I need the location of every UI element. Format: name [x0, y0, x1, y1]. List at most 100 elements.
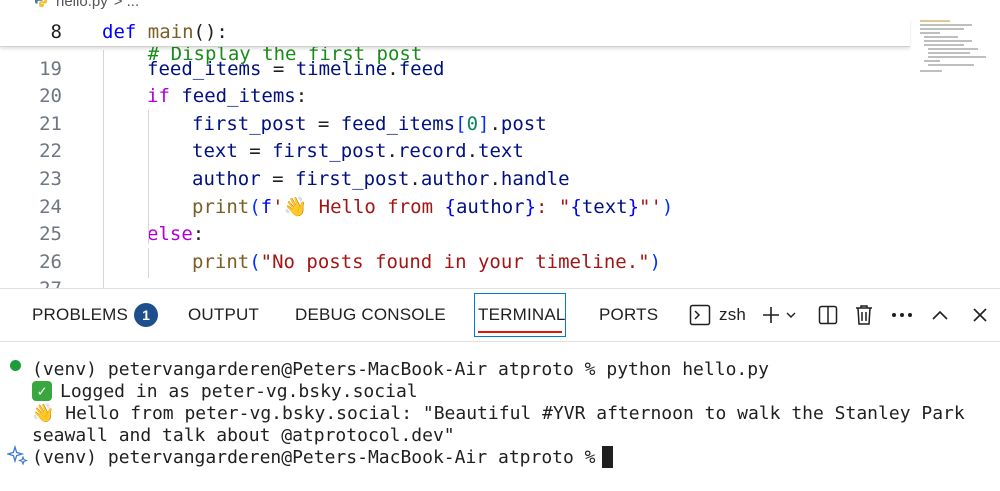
sparkle-icon[interactable] [7, 445, 29, 467]
chevron-up-icon[interactable] [926, 301, 954, 329]
code-token: { [444, 196, 456, 218]
tab-problems[interactable]: PROBLEMS 1 [32, 289, 159, 341]
code-editor[interactable]: hello.py > ... 8 def main(): # Display th… [0, 0, 1000, 288]
tab-label: PROBLEMS [32, 305, 129, 324]
line-number: 26 [39, 250, 62, 273]
code-token: . [489, 167, 501, 190]
keyword: def [102, 21, 137, 43]
plus-icon[interactable] [757, 301, 785, 329]
code-content: first_post = feed_items[0].post [192, 113, 547, 135]
code-token: ( [249, 196, 261, 218]
code-token: '👋 Hello from [272, 196, 445, 218]
code-token: . [466, 140, 479, 163]
code-token: = [260, 167, 295, 190]
code-content: if feed_items: [147, 85, 307, 107]
code-token: record [397, 140, 467, 163]
active-tab-indicator [478, 331, 562, 333]
code-token: timeline [295, 57, 388, 80]
terminal-cursor [601, 446, 613, 468]
code-token: text [192, 140, 238, 163]
tab-label: DEBUG CONSOLE [295, 305, 446, 324]
code-line[interactable]: 24 print(f'👋 Hello from {author}: "{text}… [0, 193, 910, 220]
line-number: 24 [39, 195, 62, 218]
line-number: 27 [0, 278, 62, 288]
code-content: print("No posts found in your timeline."… [192, 251, 661, 273]
line-number: 8 [50, 21, 62, 43]
minimap[interactable] [918, 18, 998, 78]
chevron-down-icon[interactable] [782, 301, 800, 329]
terminal-output[interactable]: (venv) petervangarderen@Peters-MacBook-A… [0, 352, 1000, 491]
tab-output[interactable]: OUTPUT [188, 289, 259, 341]
code-token: post [500, 112, 547, 135]
code-line[interactable]: 26 print("No posts found in your timeline… [0, 248, 910, 275]
split-terminal-icon[interactable] [814, 301, 842, 329]
code-token: { [570, 196, 582, 218]
code-content: print(f'👋 Hello from {author}: "{text}"'… [192, 195, 673, 218]
code-token: } [524, 196, 537, 218]
tab-label: OUTPUT [188, 305, 260, 324]
tab-debug-console[interactable]: DEBUG CONSOLE [295, 289, 446, 341]
indent-guide [148, 248, 149, 278]
line-number: 21 [39, 112, 62, 135]
trash-icon[interactable] [850, 301, 878, 329]
code-line[interactable]: 21 first_post = feed_items[0].post [0, 110, 910, 137]
code-token: : " [536, 196, 571, 218]
line-number: 20 [39, 85, 62, 108]
code-token: print [192, 196, 250, 218]
code-token: first_post [272, 140, 387, 163]
terminal-line: 👋 Hello from peter-vg.bsky.social: "Beau… [32, 402, 965, 424]
code-token: text [581, 196, 628, 218]
code-token: : [192, 223, 205, 246]
tab-terminal[interactable]: TERMINAL [478, 289, 566, 341]
tab-ports[interactable]: PORTS [599, 289, 658, 341]
terminal-shell-selector[interactable]: zsh [689, 289, 746, 341]
code-token: = [306, 112, 341, 135]
sticky-scroll-line[interactable]: 8 def main(): [0, 18, 910, 47]
code-token: if [147, 85, 170, 108]
code-token: . [489, 112, 501, 135]
python-file-icon [35, 0, 47, 7]
line-number: 22 [39, 140, 62, 163]
code-content: text = first_post.record.text [192, 140, 524, 162]
line-number: 19 [39, 57, 62, 80]
code-line[interactable]: 27 [0, 276, 910, 288]
code-line[interactable]: 23 author = first_post.author.handle [0, 165, 910, 192]
code-token: . [409, 167, 421, 190]
panel-tab-bar: PROBLEMS 1 OUTPUT DEBUG CONSOLE TERMINAL… [0, 288, 1000, 342]
code-line[interactable]: 22 text = first_post.record.text [0, 138, 910, 165]
line-number: 25 [39, 223, 62, 246]
code-token: ) [661, 196, 674, 218]
terminal-text: Logged in as peter-vg.bsky.social [60, 380, 418, 402]
breadcrumb-separator[interactable]: > ... [114, 0, 139, 10]
code-punctuation: (): [193, 21, 228, 43]
code-token: author [455, 196, 525, 218]
indent-guide [148, 110, 149, 244]
code-token: "' [639, 196, 662, 218]
line-number: 23 [39, 167, 62, 190]
shell-name: zsh [719, 305, 747, 324]
code-line[interactable]: 20 if feed_items: [0, 83, 910, 110]
code-line[interactable]: 25 else: [0, 221, 910, 248]
code-token: ) [649, 250, 662, 273]
code-token: ] [478, 112, 490, 135]
code-line[interactable]: 19 feed_items = timeline.feed [0, 55, 910, 82]
terminal-icon [689, 304, 711, 326]
terminal-line: seawall and talk about @atprotocol.dev" [32, 424, 455, 446]
code-token: text [478, 140, 524, 163]
code-token: feed_items [147, 57, 262, 80]
code-token: = [237, 140, 273, 163]
tab-label: TERMINAL [478, 305, 566, 324]
terminal-prompt-line: (venv) petervangarderen@Peters-MacBook-A… [32, 446, 613, 468]
close-icon[interactable] [966, 301, 994, 329]
code-token: [ [455, 112, 467, 135]
code-token: else [147, 223, 193, 246]
code-token: "No posts found in your timeline." [260, 250, 650, 273]
code-token: feed_items [340, 112, 456, 135]
code-token: feed_items [181, 85, 296, 108]
more-icon[interactable] [888, 301, 916, 329]
code-token: . [386, 140, 398, 163]
breadcrumb-file[interactable]: hello.py [56, 0, 108, 10]
code-content: else: [147, 223, 204, 245]
code-token: f [260, 196, 273, 218]
problems-count-badge: 1 [134, 303, 159, 327]
